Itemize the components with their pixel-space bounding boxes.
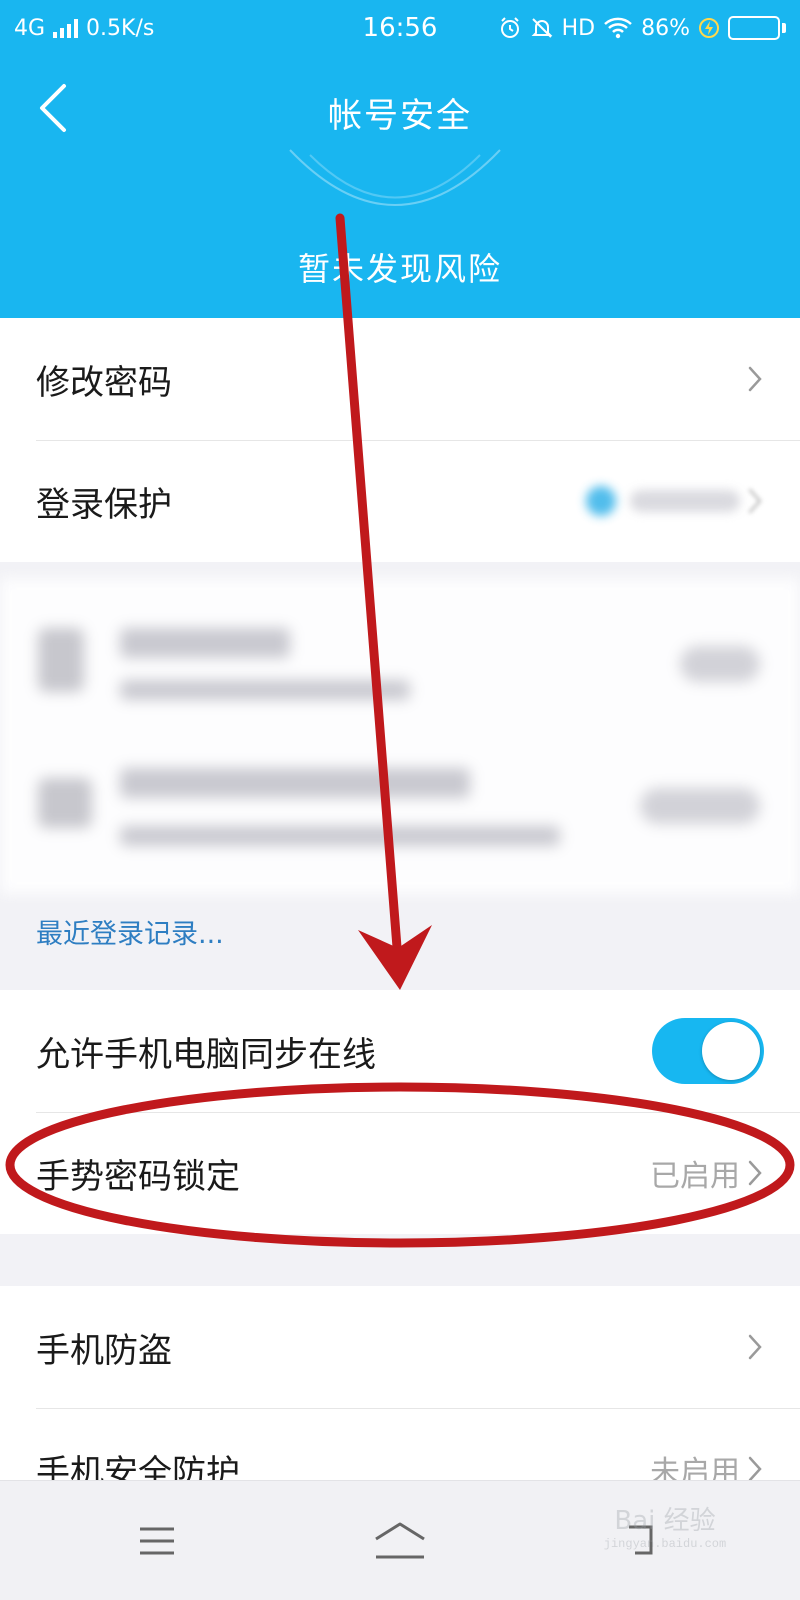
home-icon [375,1522,425,1559]
menu-button[interactable] [122,1511,192,1571]
battery-percent: 86% [641,15,690,41]
row-right [586,486,764,516]
sync-section: 允许手机电脑同步在线 手势密码锁定 已启用 [0,990,800,1234]
anti-theft-label: 手机防盗 [36,1330,172,1371]
network-speed: 0.5K/s [86,15,155,41]
menu-icon [140,1527,174,1555]
status-right: HD 86% [498,16,786,41]
change-password-row[interactable]: 修改密码 [0,318,800,440]
allow-sync-row: 允许手机电脑同步在线 [0,990,800,1112]
network-type: 4G [14,15,46,41]
account-section: 修改密码 登录保护 [0,318,800,562]
status-bar: 4G 0.5K/s 16:56 HD 86% [0,0,800,56]
change-password-label: 修改密码 [36,362,172,403]
row-right: 已启用 [650,1151,764,1195]
watermark-main: Bai 经验 [614,1506,716,1536]
header: 4G 0.5K/s 16:56 HD 86% 帐号安全 暂未发现风险 [0,0,800,318]
hd-badge: HD [561,15,596,41]
watermark-sub: jingyan.baidu.com [603,1537,727,1551]
allow-sync-label: 允许手机电脑同步在线 [36,1034,376,1075]
device-row [0,738,800,878]
device-row [0,588,800,728]
blurred-status [586,486,740,516]
charging-icon [699,18,719,38]
battery-icon [728,16,786,40]
row-right [746,1332,764,1362]
chevron-right-icon [748,1334,762,1360]
status-left: 4G 0.5K/s [14,16,154,41]
home-button[interactable] [365,1511,435,1571]
row-right [652,1018,764,1084]
annotation-arrow-head [358,925,432,990]
gesture-lock-row[interactable]: 手势密码锁定 已启用 [0,1112,800,1234]
wifi-icon [604,17,632,39]
gesture-lock-status: 已启用 [650,1159,740,1194]
chevron-right-icon [748,488,762,514]
security-scan-arc [289,149,501,206]
chevron-right-icon [748,366,762,392]
gesture-lock-label: 手势密码锁定 [36,1156,240,1197]
anti-theft-row[interactable]: 手机防盗 [0,1286,800,1408]
row-right [746,364,764,394]
alarm-icon [500,17,519,38]
login-protection-row[interactable]: 登录保护 [0,440,800,562]
signal-icon [53,18,79,38]
mute-bell-icon [531,18,553,38]
watermark: Bai 经验 jingyan.baidu.com [590,1500,740,1560]
recent-login-link[interactable]: 最近登录记录... [36,912,224,951]
allow-sync-toggle[interactable] [652,1018,764,1084]
login-protection-label: 登录保护 [36,484,172,525]
device-list-blurred [0,578,800,894]
risk-status: 暂未发现风险 [297,250,502,288]
chevron-right-icon [748,1160,762,1186]
